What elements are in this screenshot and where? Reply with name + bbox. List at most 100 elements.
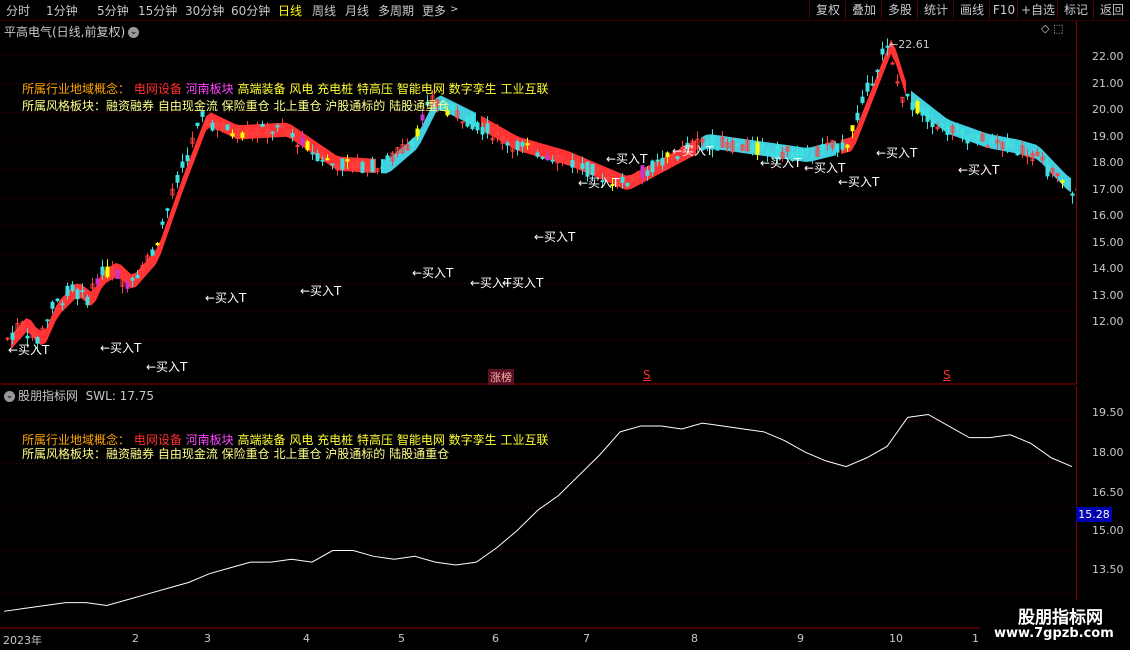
swl-tick: 19.50 [1092,406,1124,419]
buy-signal-label: ←买入T [760,156,802,170]
trend-band [841,39,906,154]
candle-body [590,163,595,176]
candle-body [975,134,980,144]
buy-signal-label: ←买入T [578,176,620,190]
s-marker[interactable]: S [943,368,951,382]
candle-body [640,165,645,178]
buy-signal-label: ←买入T [606,152,648,166]
candle-body [525,143,530,146]
candle-body [840,142,845,150]
candle-body [415,128,420,137]
price-tick: 22.00 [1092,50,1124,63]
price-tick: 13.00 [1092,289,1124,302]
buy-signal-label: ←买入T [412,266,454,280]
candle-body [285,132,290,135]
candle-body [905,93,910,97]
candle-body [315,153,320,162]
candle-body [380,166,385,169]
candle-body [160,221,165,225]
candle-body [965,135,970,144]
candle-body [370,159,375,173]
candle-body [290,133,295,138]
candle-body [225,124,230,131]
candle-body [150,249,155,256]
candle-body [735,143,740,146]
candle-body [115,269,120,279]
sector-tag[interactable]: 河南板块 [186,82,238,96]
sector-tag[interactable]: 风电 [289,82,317,96]
style-items: 融资融券 自由现金流 保险重仓 北上重仓 沪股通标的 陆股通重仓 [106,99,450,113]
candle-body [915,101,920,114]
buy-signal-label: ←买入T [804,161,846,175]
dropdown-circle-icon[interactable]: ⌄ [4,391,15,402]
back-button[interactable]: 返回 [1093,1,1130,19]
candle-body [60,303,65,306]
candle-body [945,125,950,135]
candle-body [165,208,170,211]
sector-tag[interactable]: 工业互联 [500,82,548,96]
candle-body [270,131,275,134]
candle-body [515,141,520,151]
candle-body [1010,142,1015,148]
x-tick-label: 2 [132,632,139,645]
candle-body [420,114,425,121]
candle-body [85,296,90,306]
candle-body [930,119,935,128]
buy-signal-label: ←买入T [100,341,142,355]
watermark: 股朋指标网 www.7gpzb.com [980,600,1130,650]
candle-body [705,141,710,144]
candle-body [450,104,455,111]
style-label: 所属风格板块： [22,447,107,461]
candle-body [545,155,550,161]
sector-tag[interactable]: 工业互联 [500,433,548,447]
sector-tag[interactable]: 高端装备 [238,82,290,96]
swl-tick: 15.00 [1092,524,1124,537]
style-info-row: 所属风格板块：融资融券 自由现金流 保险重仓 北上重仓 沪股通标的 陆股通重仓 [22,97,449,114]
candle-body [260,123,265,127]
trend-band [11,112,376,350]
candle-body [345,159,350,162]
candle-body [805,147,810,150]
candle-body [890,62,895,65]
candle-body [585,161,590,177]
candle-body [180,161,185,168]
candle-body [310,152,315,155]
candle-body [990,137,995,144]
candle-body [1070,193,1075,196]
candle-body [1005,139,1010,149]
x-tick-label: 4 [303,632,310,645]
candle-body [715,148,720,151]
zhangbang-tag[interactable]: 涨榜 [488,369,514,385]
sector-tag[interactable]: 充电桩 [317,82,357,96]
candle-body [175,175,180,183]
sector-tag[interactable]: 数字孪生 [449,82,501,96]
candle-body [875,69,880,73]
sector-tag[interactable]: 电网设备 [134,82,186,96]
sector-tag[interactable]: 智能电网 [397,82,449,96]
candle-body [1045,164,1050,177]
candle-body [620,176,625,183]
candle-body [135,274,140,279]
s-marker[interactable]: S [643,368,651,382]
candle-body [750,144,755,152]
candle-body [485,123,490,134]
candle-body [325,158,330,161]
candle-body [850,125,855,132]
candle-body [250,132,255,135]
candle-body [295,145,300,148]
sector-info-row: 所属行业地域概念： 电网设备 河南板块 高端装备 风电 充电桩 特高压 智能电网… [22,80,548,97]
buy-signal-label: ←买入T [8,343,50,357]
x-tick-label: 7 [583,632,590,645]
candle-body [880,48,885,55]
candle-body [845,144,850,148]
candle-body [330,163,335,166]
buy-signal-label: ←买入T [502,276,544,290]
x-tick-label: 10 [889,632,903,645]
candle-body [1025,155,1030,158]
sector-tag[interactable]: 特高压 [357,82,397,96]
peak-price-value: 22.61 [898,38,930,51]
candle-body [540,156,545,159]
candle-body [820,144,825,151]
sector-tag[interactable]: 数字孪生 [449,433,501,447]
candle-body [155,243,160,246]
